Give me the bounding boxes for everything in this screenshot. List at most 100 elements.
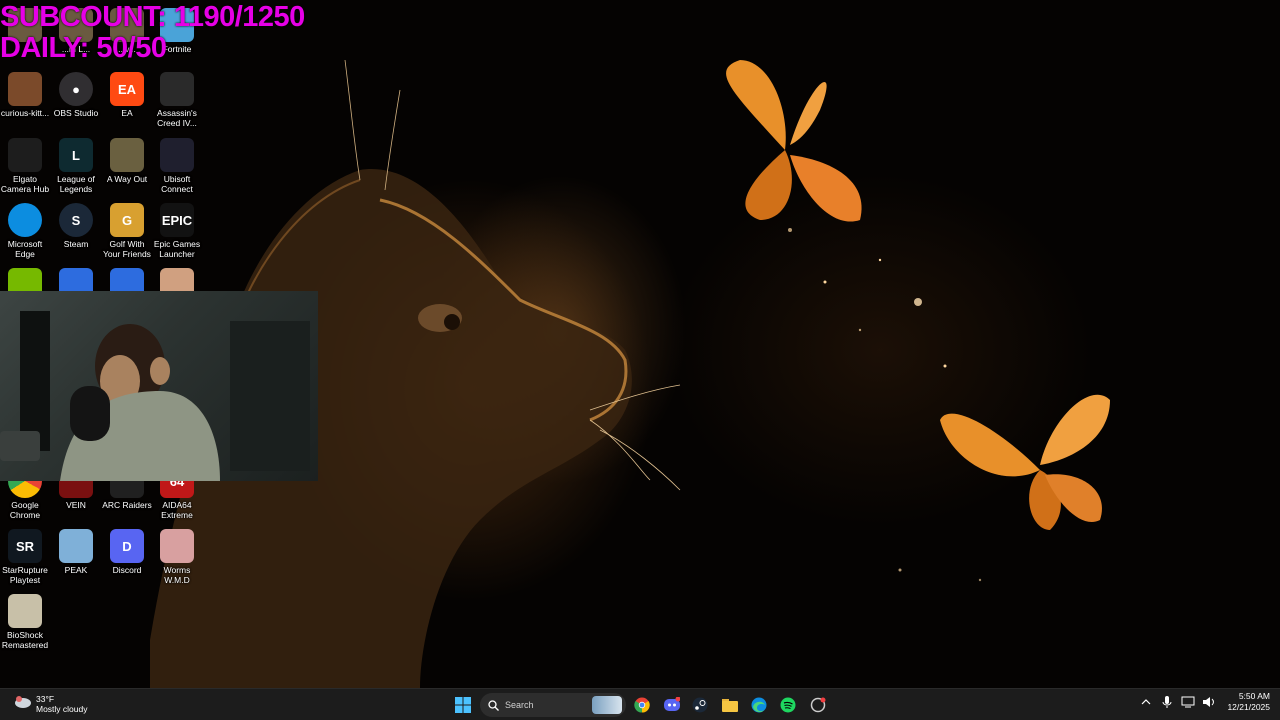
daily-text: DAILY: 50/50	[0, 32, 167, 64]
desktop-icon-label: PEAK	[64, 565, 88, 575]
desktop-icon-label: Golf With Your Friends	[103, 239, 151, 259]
weather-temp: 33°F	[36, 693, 55, 704]
epic-icon: EPIC	[160, 203, 194, 237]
start-button[interactable]	[451, 693, 475, 717]
taskbar: 33°F Mostly cloudy Search 5:50 AM 12/21/…	[0, 688, 1280, 720]
desktop-icon-label: StarRupture Playtest	[2, 565, 48, 585]
edge-icon	[751, 697, 767, 713]
desktop-icon[interactable]: Microsoft Edge	[0, 203, 50, 259]
desktop-icon[interactable]: BioShock Remastered	[0, 594, 50, 650]
search-placeholder: Search	[505, 700, 534, 710]
desktop-icon-label: Ubisoft Connect	[161, 174, 193, 194]
subcount-overlay: SUBCOUNT: 1190/1250 DAILY: 50/50	[0, 2, 305, 64]
ubisoft-icon	[160, 138, 194, 172]
webcam-feed-icon	[0, 311, 310, 481]
microphone-button[interactable]	[1159, 694, 1175, 710]
desktop-icon-label: AIDA64 Extreme	[161, 500, 193, 520]
clock-date: 12/21/2025	[1227, 702, 1270, 712]
search-icon	[488, 699, 499, 711]
desktop-icon[interactable]: Ubisoft Connect	[152, 138, 202, 194]
taskbar-app[interactable]	[806, 693, 830, 717]
discord-icon: D	[110, 529, 144, 563]
volume-button[interactable]	[1201, 694, 1217, 710]
desktop-icon-label: ARC Raiders	[102, 500, 152, 510]
microphone-icon	[1162, 696, 1172, 708]
desktop-icon-label: Google Chrome	[9, 500, 41, 520]
peak-icon	[59, 529, 93, 563]
steam-icon	[692, 697, 708, 713]
taskbar-discord[interactable]	[660, 693, 684, 717]
desktop-icon-label: Epic Games Launcher	[153, 239, 201, 259]
desktop-icon-label: curious-kitt...	[0, 108, 50, 118]
clock[interactable]: 5:50 AM 12/21/2025	[1227, 691, 1270, 713]
app-icon	[810, 697, 826, 713]
desktop-icon-label: Discord	[112, 565, 142, 575]
desktop-icon-label: BioShock Remastered	[1, 630, 49, 650]
webcam-overlay	[0, 291, 318, 481]
desktop-icon-label: EA	[121, 108, 133, 118]
desktop-icon[interactable]: G Golf With Your Friends	[102, 203, 152, 259]
taskbar-edge[interactable]	[747, 693, 771, 717]
desktop-icon-label: OBS Studio	[53, 108, 99, 118]
elgato-icon	[8, 138, 42, 172]
clock-time: 5:50 AM	[1238, 691, 1270, 701]
bioshock-icon	[8, 594, 42, 628]
desktop-icon-label: League of Legends	[57, 174, 95, 194]
butterfly-bottom	[940, 394, 1110, 530]
taskbar-spotify[interactable]	[776, 693, 800, 717]
subcount-text: SUBCOUNT: 1190/1250	[0, 1, 305, 33]
desktop-icon-label: Microsoft Edge	[7, 239, 43, 259]
weather-condition: Mostly cloudy	[36, 703, 88, 714]
search-box[interactable]: Search	[480, 693, 626, 717]
obs-icon: ●	[59, 72, 93, 106]
image-file-icon	[8, 72, 42, 106]
desktop-icon[interactable]: SR StarRupture Playtest	[0, 529, 50, 585]
taskbar-steam[interactable]	[688, 693, 712, 717]
show-hidden-icons-button[interactable]	[1138, 694, 1154, 710]
discord-icon	[664, 697, 680, 711]
desktop-icon-label: A Way Out	[106, 174, 148, 184]
desktop-icon-label: Elgato Camera Hub	[0, 174, 50, 194]
taskbar-chrome[interactable]	[630, 693, 654, 717]
search-highlight-icon	[592, 696, 622, 714]
desktop-icon[interactable]: EPIC Epic Games Launcher	[152, 203, 202, 259]
golf-icon: G	[110, 203, 144, 237]
ea-icon: EA	[110, 72, 144, 106]
file-explorer-icon	[722, 699, 738, 712]
butterfly-top	[726, 60, 862, 222]
desktop-icon[interactable]: Worms W.M.D	[152, 529, 202, 585]
system-tray: 5:50 AM 12/21/2025	[1133, 691, 1270, 713]
weather-widget[interactable]: 33°F Mostly cloudy	[12, 693, 88, 714]
chrome-icon	[634, 697, 650, 713]
network-button[interactable]	[1180, 694, 1196, 710]
chevron-up-icon	[1142, 699, 1151, 705]
desktop-icon[interactable]: PEAK	[51, 529, 101, 575]
desktop-icon[interactable]: Elgato Camera Hub	[0, 138, 50, 194]
desktop-icon[interactable]: D Discord	[102, 529, 152, 575]
desktop-icon[interactable]: A Way Out	[102, 138, 152, 184]
desktop-icon[interactable]: curious-kitt...	[0, 72, 50, 118]
desktop-icon-label: Worms W.M.D	[163, 565, 191, 585]
desktop-icon[interactable]: Assassin's Creed IV...	[152, 72, 202, 128]
weather-cloud-icon	[12, 693, 32, 714]
assassins-creed-icon	[160, 72, 194, 106]
windows-icon	[455, 697, 471, 713]
spotify-icon	[780, 697, 796, 713]
desktop-icon[interactable]: L League of Legends	[51, 138, 101, 194]
edge-icon	[8, 203, 42, 237]
speaker-icon	[1203, 697, 1215, 707]
network-icon	[1181, 696, 1195, 708]
league-icon: L	[59, 138, 93, 172]
desktop-icon[interactable]: EA EA	[102, 72, 152, 118]
desktop-icon[interactable]: ● OBS Studio	[51, 72, 101, 118]
taskbar-file-explorer[interactable]	[718, 693, 742, 717]
desktop-icon[interactable]: S Steam	[51, 203, 101, 249]
steam-icon: S	[59, 203, 93, 237]
desktop-icon-label: Assassin's Creed IV...	[157, 108, 197, 128]
a-way-out-icon	[110, 138, 144, 172]
starrupture-icon: SR	[8, 529, 42, 563]
desktop: ...m L... ...v... Fortnite curious-kitt... ●…	[0, 0, 1280, 688]
desktop-icon-label: VEIN	[66, 500, 86, 510]
desktop-icon-label: Steam	[63, 239, 89, 249]
worms-icon	[160, 529, 194, 563]
